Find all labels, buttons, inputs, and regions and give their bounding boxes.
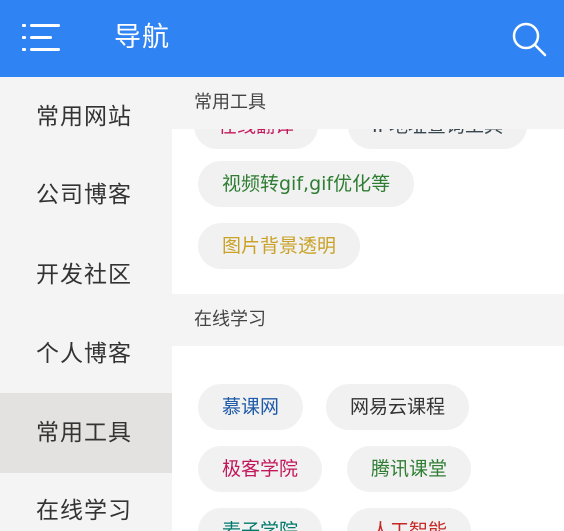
chip-imooc[interactable]: 慕课网 (198, 384, 304, 430)
chip-label: 腾讯课堂 (371, 458, 448, 480)
chip-label: 图片背景透明 (222, 235, 337, 257)
chip-label: 麦子学院 (222, 520, 299, 531)
sidebar-item-label: 开发社区 (36, 262, 132, 288)
section-title: 在线学习 (194, 309, 266, 330)
section-header-online-learning: 在线学习 (172, 294, 564, 346)
chip-ai[interactable]: 人工智能 (347, 508, 472, 531)
chip-label: 慕课网 (222, 396, 280, 418)
menu-icon[interactable] (22, 24, 62, 54)
sidebar-item-online-learning[interactable]: 在线学习 (0, 471, 172, 531)
chip-ip-lookup[interactable]: IP地址查询工具 (348, 129, 528, 149)
sidebar-item-personal-blogs[interactable]: 个人博客 (0, 314, 172, 394)
chip-jikexueyuan[interactable]: 极客学院 (198, 446, 323, 492)
chip-label: IP地址查询工具 (372, 129, 503, 137)
chip-transparent-bg[interactable]: 图片背景透明 (198, 223, 361, 269)
scrolled-chip-row: 在线翻译 IP地址查询工具 (172, 129, 564, 149)
sidebar-item-label: 在线学习 (36, 498, 132, 524)
sidebar-item-company-blogs[interactable]: 公司博客 (0, 155, 172, 235)
chip-netease-course[interactable]: 网易云课程 (326, 384, 470, 430)
chip-online-translate[interactable]: 在线翻译 (194, 129, 319, 149)
sidebar-item-common-tools[interactable]: 常用工具 (0, 393, 172, 473)
category-sidebar: 常用网站 公司博客 开发社区 个人博客 常用工具 在线学习 (0, 77, 172, 531)
sidebar-item-label: 常用工具 (36, 420, 132, 446)
sidebar-item-label: 常用网站 (36, 104, 132, 130)
sidebar-item-common-sites[interactable]: 常用网站 (0, 77, 172, 157)
chip-label: 极客学院 (222, 458, 299, 480)
chip-label: 人工智能 (371, 520, 448, 531)
chip-video-to-gif[interactable]: 视频转gif,gif优化等 (198, 161, 415, 207)
chip-maiziedu[interactable]: 麦子学院 (198, 508, 323, 531)
chip-tencent-class[interactable]: 腾讯课堂 (347, 446, 472, 492)
section-title: 常用工具 (194, 92, 266, 113)
page-title: 导航 (114, 22, 170, 53)
sidebar-item-label: 个人博客 (36, 341, 132, 367)
chip-label: 视频转gif,gif优化等 (222, 173, 391, 195)
sidebar-item-label: 公司博客 (36, 182, 132, 208)
chip-label: 网易云课程 (350, 396, 446, 418)
app-bar: 导航 (0, 0, 564, 77)
search-icon[interactable] (510, 20, 550, 60)
chip-label: 在线翻译 (218, 129, 294, 137)
content-list[interactable]: 在线翻译 IP地址查询工具 常用工具 视频转gif,gif优化等 图片背景透明 … (172, 77, 564, 531)
section-header-common-tools: 常用工具 (172, 77, 564, 129)
sidebar-item-dev-community[interactable]: 开发社区 (0, 235, 172, 315)
